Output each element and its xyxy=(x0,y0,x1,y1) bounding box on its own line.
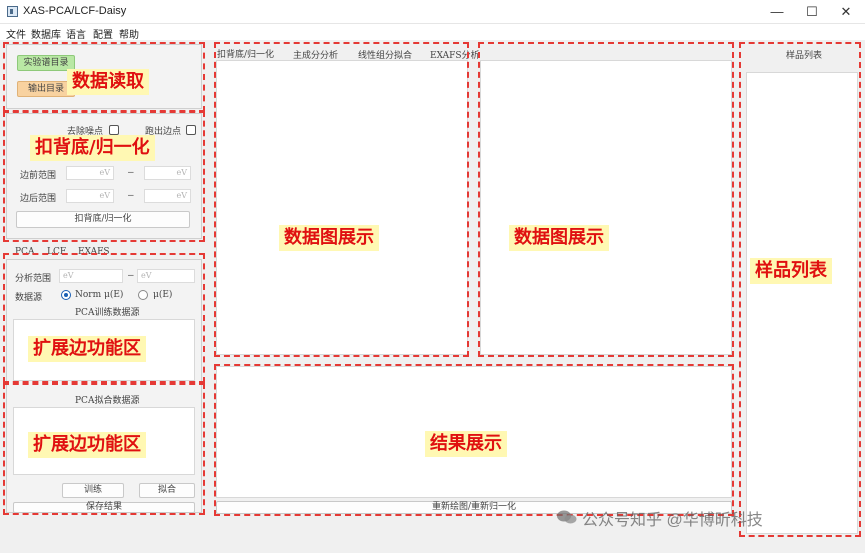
watermark-text: 公众号知乎 @华博昕科技 xyxy=(582,512,763,529)
menu-bar: 文件 数据库 语言 配置 帮助 xyxy=(0,24,865,41)
pre-edge-start-input[interactable]: eV xyxy=(66,166,114,180)
plot-area-1[interactable] xyxy=(216,60,468,355)
sample-list-header: 样品列表 xyxy=(786,51,823,61)
mu-label: μ(E) xyxy=(153,290,173,300)
post-edge-end-input[interactable]: eV xyxy=(144,189,191,203)
pca-train-source-label: PCA训练数据源 xyxy=(75,308,140,318)
pre-edge-dash: – xyxy=(128,167,134,178)
annotation-ext1: 扩展边功能区 xyxy=(28,336,146,362)
pre-edge-label: 边前范围 xyxy=(20,171,57,181)
post-edge-start-input[interactable]: eV xyxy=(66,189,114,203)
analysis-range-dash: – xyxy=(128,270,134,281)
norm-mu-label: Norm μ(E) xyxy=(75,290,124,300)
minimize-button[interactable]: — xyxy=(760,0,794,24)
analysis-panel: 分析范围 eV – eV 数据源 Norm μ(E) μ(E) PCA训练数据源… xyxy=(6,259,202,513)
menu-file[interactable]: 文件 xyxy=(6,26,26,41)
post-edge-label: 边后范围 xyxy=(20,194,57,204)
annotation-data-read: 数据读取 xyxy=(67,69,149,95)
analysis-range-end-input[interactable]: eV xyxy=(137,269,195,283)
background-panel: 去除噪点 跑出边点 边前范围 eV – eV 边后范围 eV – eV 扣背底/… xyxy=(6,113,202,239)
menu-language[interactable]: 语言 xyxy=(66,26,86,41)
annotation-results: 结果展示 xyxy=(425,431,507,457)
norm-mu-radio[interactable] xyxy=(61,290,71,300)
close-button[interactable]: ✕ xyxy=(829,0,863,24)
menu-help[interactable]: 帮助 xyxy=(119,26,139,41)
app-icon xyxy=(7,6,18,17)
tab-pca[interactable]: PCA xyxy=(15,247,34,257)
tab-normalize[interactable]: 扣背底/归一化 xyxy=(217,47,274,60)
plot-area-2[interactable] xyxy=(480,60,732,355)
window-title: XAS-PCA/LCF-Daisy xyxy=(23,5,127,17)
edge-point-checkbox[interactable] xyxy=(186,125,196,135)
annotation-background: 扣背底/归一化 xyxy=(30,135,155,161)
post-edge-dash: – xyxy=(128,190,134,201)
save-results-button[interactable]: 保存结果 xyxy=(13,502,195,513)
tab-lcf[interactable]: LCF xyxy=(47,247,66,257)
denoise-checkbox[interactable] xyxy=(109,125,119,135)
annotation-samples: 样品列表 xyxy=(750,258,832,284)
normalize-button[interactable]: 扣背底/归一化 xyxy=(16,211,190,228)
annotation-plot2: 数据图展示 xyxy=(509,225,609,251)
tab-exafs[interactable]: EXAFS xyxy=(78,247,110,257)
pre-edge-end-input[interactable]: eV xyxy=(144,166,191,180)
analysis-range-start-input[interactable]: eV xyxy=(59,269,123,283)
menu-database[interactable]: 数据库 xyxy=(31,26,61,41)
maximize-button[interactable]: ☐ xyxy=(795,0,829,24)
fit-button[interactable]: 拟合 xyxy=(139,483,195,498)
annotation-ext2: 扩展边功能区 xyxy=(28,432,146,458)
mu-radio[interactable] xyxy=(138,290,148,300)
analysis-range-label: 分析范围 xyxy=(15,274,52,284)
train-button[interactable]: 训练 xyxy=(62,483,124,498)
menu-config[interactable]: 配置 xyxy=(93,26,113,41)
pca-fit-source-label: PCA拟合数据源 xyxy=(75,396,140,406)
wechat-icon xyxy=(557,510,577,524)
sample-list[interactable] xyxy=(746,72,858,534)
title-bar: XAS-PCA/LCF-Daisy — ☐ ✕ xyxy=(0,0,865,24)
data-source-label: 数据源 xyxy=(15,293,43,303)
annotation-plot1: 数据图展示 xyxy=(279,225,379,251)
